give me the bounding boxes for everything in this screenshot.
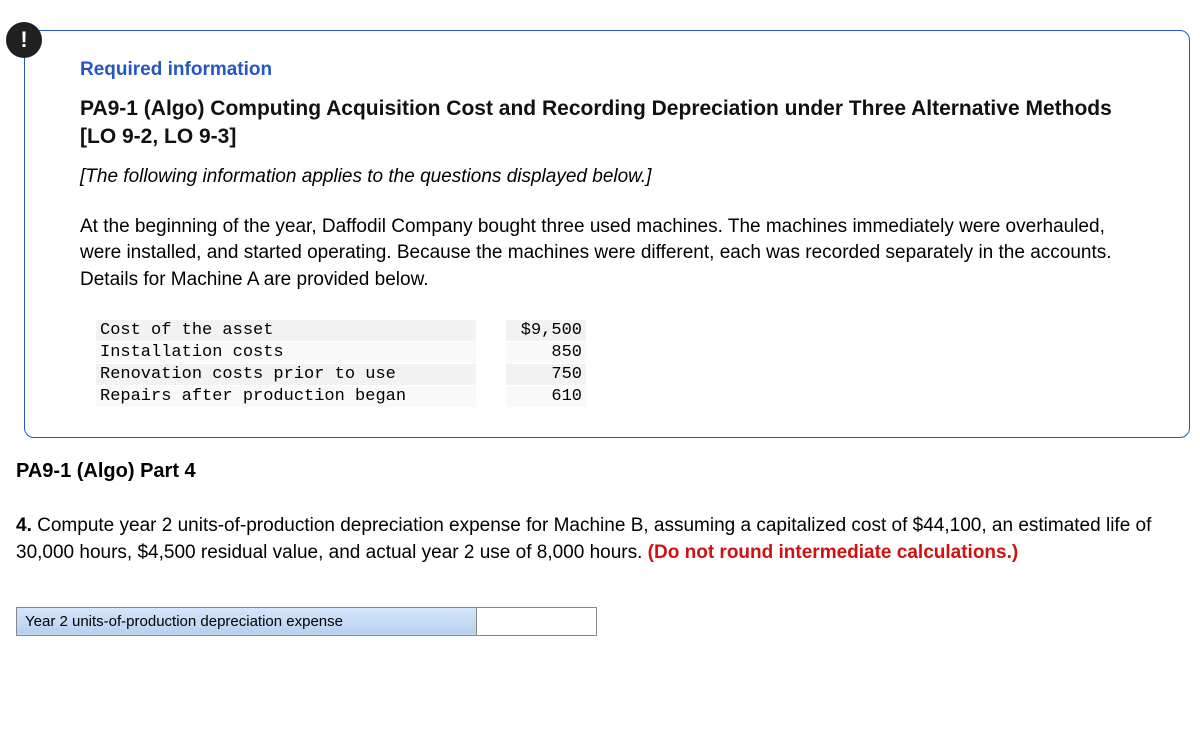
table-row: Installation costs 850 xyxy=(96,342,586,364)
table-row: Renovation costs prior to use 750 xyxy=(96,364,586,386)
question-text: 4. Compute year 2 units-of-production de… xyxy=(16,513,1186,566)
question-number: 4. xyxy=(16,515,32,536)
table-row: Cost of the asset $9,500 xyxy=(96,320,586,342)
cost-value: 610 xyxy=(506,386,586,408)
answer-table: Year 2 units-of-production depreciation … xyxy=(16,607,597,636)
required-heading: Required information xyxy=(80,59,1149,81)
answer-input-cell xyxy=(477,607,597,635)
answer-input[interactable] xyxy=(477,608,596,635)
cost-value: $9,500 xyxy=(506,320,586,342)
alert-icon-glyph: ! xyxy=(20,27,27,53)
question-warning: (Do not round intermediate calculations.… xyxy=(648,542,1019,563)
table-row: Repairs after production began 610 xyxy=(96,386,586,408)
required-info-box: Required information PA9-1 (Algo) Comput… xyxy=(24,30,1190,438)
cost-label: Cost of the asset xyxy=(96,320,476,342)
part-heading: PA9-1 (Algo) Part 4 xyxy=(16,460,1190,483)
cost-label: Renovation costs prior to use xyxy=(96,364,476,386)
problem-body: At the beginning of the year, Daffodil C… xyxy=(80,214,1149,294)
cost-details-table: Cost of the asset $9,500 Installation co… xyxy=(96,319,586,407)
context-note: [The following information applies to th… xyxy=(80,166,1149,188)
alert-icon: ! xyxy=(6,22,42,58)
problem-container: ! Required information PA9-1 (Algo) Comp… xyxy=(10,30,1190,438)
answer-label: Year 2 units-of-production depreciation … xyxy=(17,607,477,635)
cost-label: Installation costs xyxy=(96,342,476,364)
cost-value: 750 xyxy=(506,364,586,386)
cost-value: 850 xyxy=(506,342,586,364)
cost-label: Repairs after production began xyxy=(96,386,476,408)
problem-title: PA9-1 (Algo) Computing Acquisition Cost … xyxy=(80,95,1149,152)
